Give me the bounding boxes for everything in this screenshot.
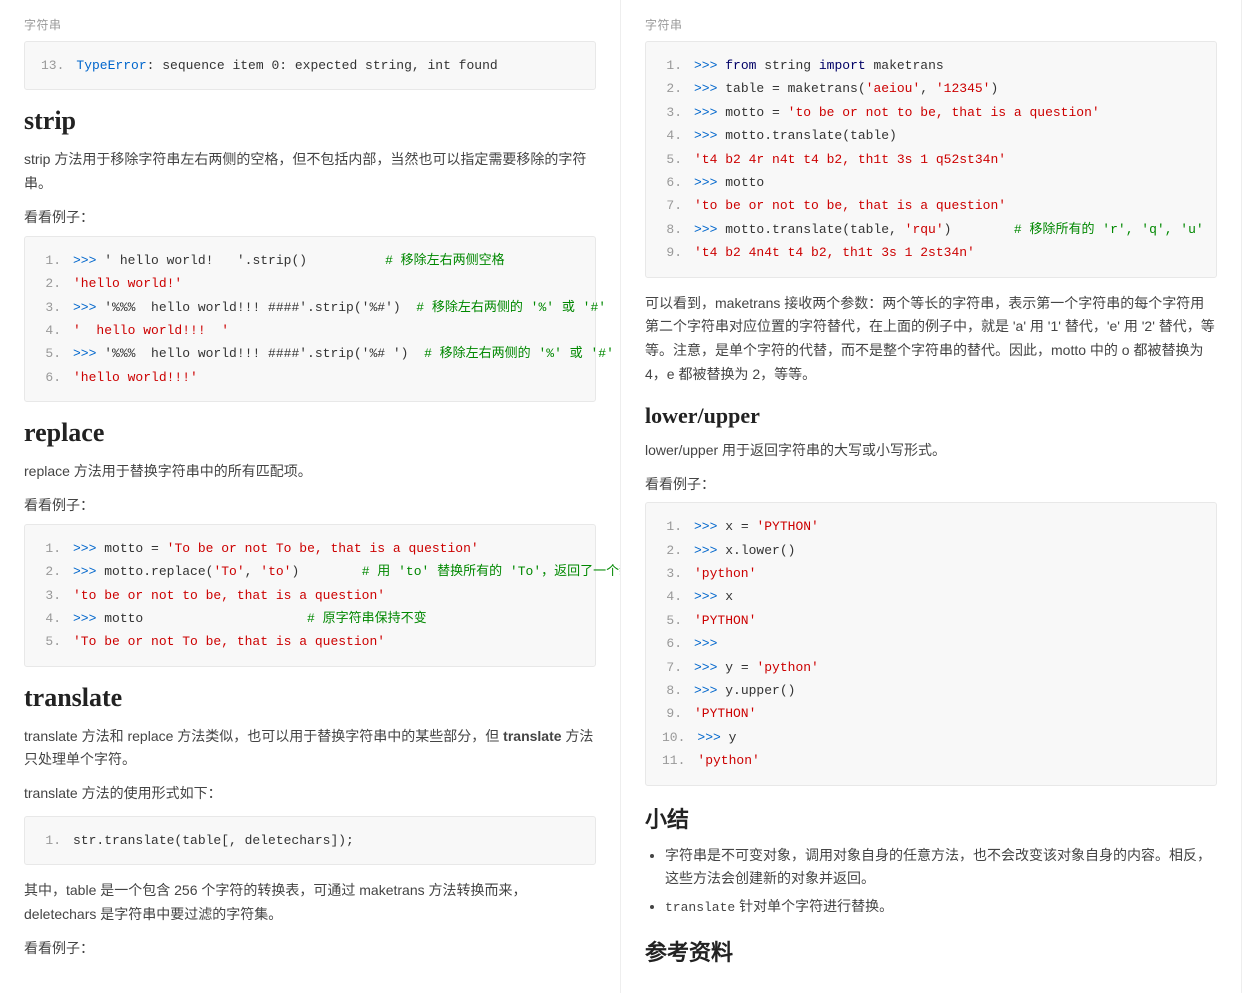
maketrans-desc: 可以看到，maketrans 接收两个参数：两个等长的字符串，表示第一个字符串的… bbox=[645, 292, 1217, 387]
strip-example-label: 看看例子： bbox=[24, 206, 596, 230]
summary-item-1: 字符串是不可变对象，调用对象自身的任意方法，也不会改变该对象自身的内容。相反，这… bbox=[665, 844, 1217, 892]
translate-desc2: translate 方法的使用形式如下： bbox=[24, 782, 596, 806]
translate-example-label: 看看例子： bbox=[24, 937, 596, 961]
code-line: 9. 't4 b2 4n4t t4 b2, th1t 3s 1 2st34n' bbox=[662, 241, 1200, 264]
summary-item-2: translate 针对单个字符进行替换。 bbox=[665, 895, 1217, 919]
code-line: 11. 'python' bbox=[662, 749, 1200, 772]
code-line: 3. >>> '%%% hello world!!! ####'.strip('… bbox=[41, 296, 579, 319]
lower-upper-code-block: 1. >>> x = 'PYTHON' 2. >>> x.lower() 3. … bbox=[645, 502, 1217, 785]
code-line: 3. 'python' bbox=[662, 562, 1200, 585]
strip-desc: strip 方法用于移除字符串左右两侧的空格，但不包括内部，当然也可以指定需要移… bbox=[24, 148, 596, 196]
code-line: 5. 'PYTHON' bbox=[662, 609, 1200, 632]
code-line: 3. >>> motto = 'to be or not to be, that… bbox=[662, 101, 1200, 124]
code-line: 1. >>> motto = 'To be or not To be, that… bbox=[41, 537, 579, 560]
translate-title: translate bbox=[24, 683, 596, 713]
code-line: 4. >>> x bbox=[662, 585, 1200, 608]
code-line: 4. >>> motto # 原字符串保持不变 bbox=[41, 607, 579, 630]
translate-desc3: 其中，table 是一个包含 256 个字符的转换表，可通过 maketrans… bbox=[24, 879, 596, 927]
code-line: 4. >>> motto.translate(table) bbox=[662, 124, 1200, 147]
code-line: 6. >>> bbox=[662, 632, 1200, 655]
code-line: 7. 'to be or not to be, that is a questi… bbox=[662, 194, 1200, 217]
replace-code-block: 1. >>> motto = 'To be or not To be, that… bbox=[24, 524, 596, 667]
code-line: 7. >>> y = 'python' bbox=[662, 656, 1200, 679]
code-line: 4. ' hello world!!! ' bbox=[41, 319, 579, 342]
translate-desc1: translate 方法和 replace 方法类似，也可以用于替换字符串中的某… bbox=[24, 725, 596, 773]
code-line: 9. 'PYTHON' bbox=[662, 702, 1200, 725]
code-line: 3. 'to be or not to be, that is a questi… bbox=[41, 584, 579, 607]
right-column: 字符串 1. >>> from string import maketrans … bbox=[621, 0, 1242, 993]
lower-upper-desc: lower/upper 用于返回字符串的大写或小写形式。 bbox=[645, 439, 1217, 463]
lower-upper-example-label: 看看例子： bbox=[645, 473, 1217, 497]
code-line: 1. >>> ' hello world! '.strip() # 移除左右两侧… bbox=[41, 249, 579, 272]
maketrans-code-block: 1. >>> from string import maketrans 2. >… bbox=[645, 41, 1217, 278]
code-line: 1. >>> from string import maketrans bbox=[662, 54, 1200, 77]
code-line: 2. >>> x.lower() bbox=[662, 539, 1200, 562]
code-line: 5. 'To be or not To be, that is a questi… bbox=[41, 630, 579, 653]
code-line: 10. >>> y bbox=[662, 726, 1200, 749]
right-section-label: 字符串 bbox=[645, 16, 1217, 33]
left-column: 字符串 13. TypeError: sequence item 0: expe… bbox=[0, 0, 621, 993]
replace-example-label: 看看例子： bbox=[24, 494, 596, 518]
left-section-label: 字符串 bbox=[24, 16, 596, 33]
code-line: 6. 'hello world!!!' bbox=[41, 366, 579, 389]
code-line: 8. >>> y.upper() bbox=[662, 679, 1200, 702]
code-line: 1. >>> x = 'PYTHON' bbox=[662, 515, 1200, 538]
replace-title: replace bbox=[24, 418, 596, 448]
ref-title: 参考资料 bbox=[645, 935, 1217, 967]
replace-desc: replace 方法用于替换字符串中的所有匹配项。 bbox=[24, 460, 596, 484]
code-line: 2. 'hello world!' bbox=[41, 272, 579, 295]
code-line: 6. >>> motto bbox=[662, 171, 1200, 194]
code-line: 13. TypeError: sequence item 0: expected… bbox=[41, 54, 579, 77]
translate-syntax-block: 1. str.translate(table[, deletechars]); bbox=[24, 816, 596, 865]
code-line: 2. >>> table = maketrans('aeiou', '12345… bbox=[662, 77, 1200, 100]
code-line: 2. >>> motto.replace('To', 'to') # 用 'to… bbox=[41, 560, 579, 583]
summary-list: 字符串是不可变对象，调用对象自身的任意方法，也不会改变该对象自身的内容。相反，这… bbox=[645, 844, 1217, 920]
code-line: 1. str.translate(table[, deletechars]); bbox=[41, 829, 579, 852]
error-code-block: 13. TypeError: sequence item 0: expected… bbox=[24, 41, 596, 90]
strip-code-block: 1. >>> ' hello world! '.strip() # 移除左右两侧… bbox=[24, 236, 596, 402]
code-line: 8. >>> motto.translate(table, 'rqu') # 移… bbox=[662, 218, 1200, 241]
lower-upper-title: lower/upper bbox=[645, 403, 1217, 429]
code-line: 5. >>> '%%% hello world!!! ####'.strip('… bbox=[41, 342, 579, 365]
strip-title: strip bbox=[24, 106, 596, 136]
code-line: 5. 't4 b2 4r n4t t4 b2, th1t 3s 1 q52st3… bbox=[662, 148, 1200, 171]
summary-title: 小结 bbox=[645, 802, 1217, 834]
